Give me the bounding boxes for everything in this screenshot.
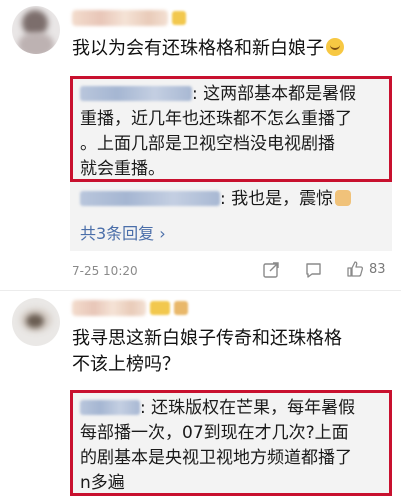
laughing-emoji-icon bbox=[326, 38, 344, 56]
cat-emoji-icon bbox=[335, 190, 352, 206]
more-replies-link[interactable]: 共3条回复 › bbox=[80, 220, 166, 244]
comment-text: 我寻思这新白娘子传奇和还珠格格 bbox=[72, 328, 342, 349]
reply-username-blurred[interactable] bbox=[80, 86, 192, 101]
reply-username-blurred[interactable] bbox=[80, 400, 140, 415]
reply-username-blurred[interactable] bbox=[80, 191, 220, 206]
username-blurred[interactable] bbox=[72, 10, 168, 26]
like-count: 83 bbox=[369, 262, 386, 277]
user-badge-icon bbox=[174, 301, 188, 315]
comment-icon[interactable] bbox=[304, 261, 323, 279]
avatar[interactable] bbox=[12, 6, 60, 54]
user-badge-icon bbox=[172, 11, 186, 25]
reply-text: : 这两部基本都是暑假 bbox=[80, 82, 356, 107]
reply-text: 就会重播。 bbox=[80, 159, 165, 179]
share-icon[interactable] bbox=[262, 261, 280, 279]
user-badge-icon bbox=[150, 301, 170, 315]
divider bbox=[0, 290, 401, 291]
reply-text: 每部播一次，07到现在才几次?上面 bbox=[80, 423, 349, 443]
reply-text: : 我也是，震惊 bbox=[80, 187, 352, 212]
reply-text: : 还珠版权在芒果，每年暑假 bbox=[80, 396, 355, 421]
comment-text: 不该上榜吗？ bbox=[72, 354, 180, 375]
reply-text: 重播，近几年也还珠都不怎么重播了 bbox=[80, 109, 352, 129]
like-icon[interactable] bbox=[346, 260, 364, 278]
reply-text: 。上面几部是卫视空档没电视剧播 bbox=[80, 134, 335, 154]
comment-text: 我以为会有还珠格格和新白娘子 bbox=[72, 36, 344, 62]
username-blurred[interactable] bbox=[72, 300, 146, 316]
comment-time: 7-25 10:20 bbox=[72, 264, 138, 278]
avatar[interactable] bbox=[12, 298, 60, 346]
reply-text: 的剧基本是央视卫视地方频道都播了 bbox=[80, 448, 352, 468]
reply-text: n多遍 bbox=[80, 473, 125, 493]
